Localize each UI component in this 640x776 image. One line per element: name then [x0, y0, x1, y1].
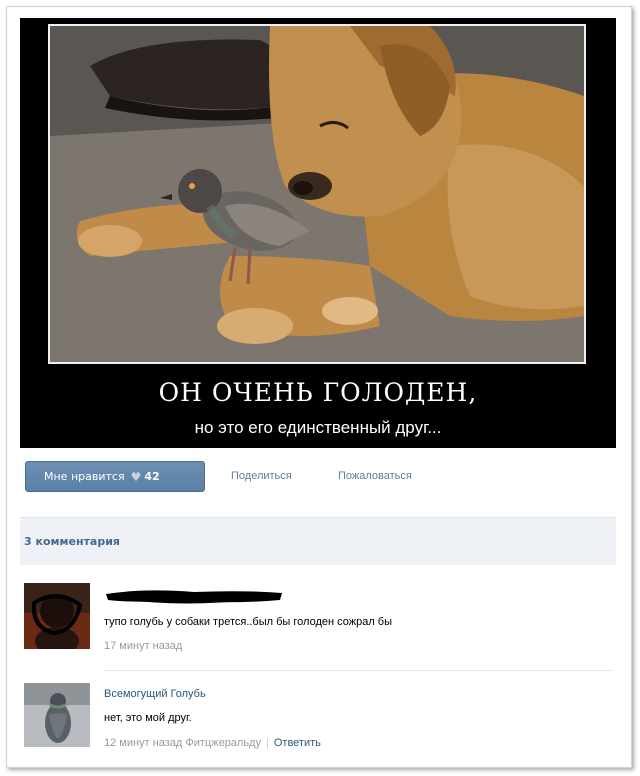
like-label: Мне нравится	[44, 470, 125, 483]
comment-time[interactable]: 12 минут назад Фитцжеральду	[104, 737, 261, 749]
heart-icon: ♥	[130, 469, 142, 484]
dog-and-pigeon-photo	[48, 24, 586, 364]
like-button[interactable]: Мне нравится ♥ 42	[25, 461, 205, 492]
report-link[interactable]: Пожаловаться	[338, 470, 412, 482]
comments-count[interactable]: 3 комментария	[24, 535, 120, 548]
comment-divider	[104, 670, 614, 671]
comment-text: тупо голубь у собаки трется..был бы голо…	[104, 616, 393, 628]
redacted-author-name	[106, 590, 282, 604]
avatar[interactable]	[24, 583, 90, 649]
comment-author[interactable]: Всемогущий Голубь	[104, 688, 206, 700]
poster-title: ОН ОЧЕНЬ ГОЛОДЕН,	[158, 378, 478, 407]
comment-meta: 12 минут назад Фитцжеральду | Ответить	[104, 737, 321, 749]
share-link[interactable]: Поделиться	[231, 470, 292, 482]
poster-subtitle: но это его единственный друг...	[194, 418, 442, 437]
comments-header: 3 комментария	[20, 517, 616, 565]
meta-separator: |	[266, 737, 269, 749]
comment-text: нет, это мой друг.	[104, 712, 192, 724]
reply-link[interactable]: Ответить	[274, 737, 321, 749]
avatar[interactable]	[24, 683, 90, 747]
like-count: 42	[144, 470, 160, 483]
comment-time[interactable]: 17 минут назад	[104, 640, 182, 652]
post-image[interactable]: ОН ОЧЕНЬ ГОЛОДЕН, но это его единственны…	[20, 18, 616, 448]
